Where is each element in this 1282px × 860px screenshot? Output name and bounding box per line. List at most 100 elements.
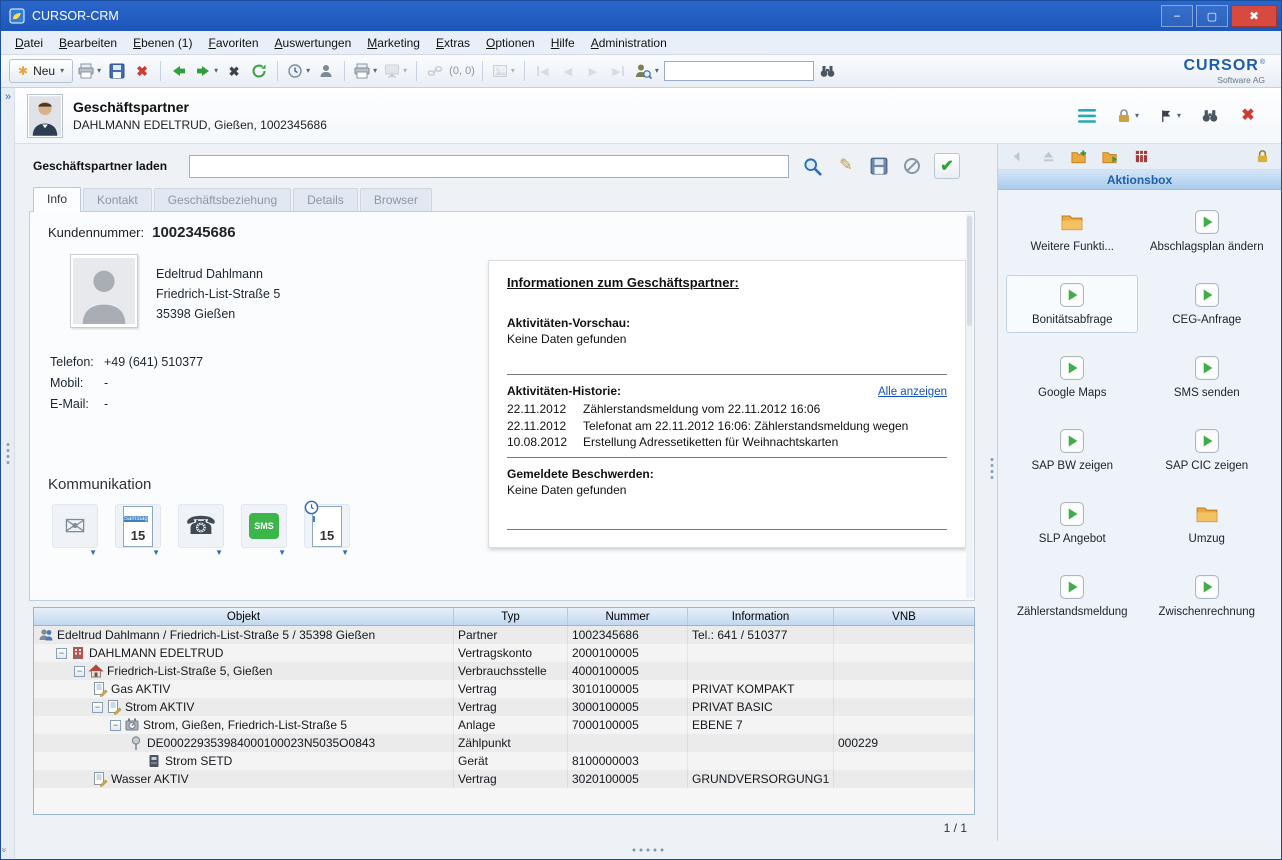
new-appointment-button[interactable]: Samstag 15 ▼ bbox=[115, 504, 161, 548]
back-button[interactable] bbox=[168, 59, 190, 83]
flag-record-button[interactable]: ▾ bbox=[1157, 104, 1183, 128]
image-button[interactable]: ▾ bbox=[490, 59, 517, 83]
action-bonitätsabfrage[interactable]: Bonitätsabfrage bbox=[1006, 275, 1138, 333]
tree-collapse-button[interactable]: − bbox=[92, 702, 103, 713]
print-button[interactable]: ▾ bbox=[76, 59, 103, 83]
link-button[interactable] bbox=[424, 59, 446, 83]
left-splitter-handle[interactable] bbox=[6, 443, 9, 464]
historie-entry[interactable]: 10.08.2012Erstellung Adressetiketten für… bbox=[507, 434, 947, 451]
phone-call-button[interactable]: ☎ ▼ bbox=[178, 504, 224, 548]
action-sap-cic-zeigen[interactable]: SAP CIC zeigen bbox=[1141, 421, 1273, 479]
alle-anzeigen-link[interactable]: Alle anzeigen bbox=[878, 386, 947, 398]
action-abschlagsplan-ändern[interactable]: Abschlagsplan ändern bbox=[1141, 202, 1273, 260]
table-row[interactable]: −DAHLMANN EDELTRUDVertragskonto200010000… bbox=[34, 644, 974, 662]
splitter-handle[interactable] bbox=[991, 458, 994, 479]
nav-first-button[interactable]: ◀ bbox=[532, 59, 554, 83]
run-folder-button[interactable] bbox=[1099, 145, 1121, 169]
expand-bottom-left-button[interactable]: » bbox=[0, 847, 10, 852]
send-email-button[interactable]: ✉ ▼ bbox=[52, 504, 98, 548]
new-task-button[interactable]: 15 ▼ bbox=[304, 504, 350, 548]
confirm-button[interactable]: ✔ bbox=[934, 153, 960, 179]
action-zählerstandsmeldung[interactable]: Zählerstandsmeldung bbox=[1006, 567, 1138, 625]
menu-item-bearbeiten[interactable]: Bearbeiten bbox=[51, 33, 125, 53]
edit-button[interactable]: ✎ bbox=[835, 154, 857, 178]
menu-item-administration[interactable]: Administration bbox=[583, 33, 675, 53]
menu-item-hilfe[interactable]: Hilfe bbox=[543, 33, 583, 53]
table-row[interactable]: −Friedrich-List-Straße 5, GießenVerbrauc… bbox=[34, 662, 974, 680]
historie-entry[interactable]: 22.11.2012Zählerstandsmeldung vom 22.11.… bbox=[507, 401, 947, 418]
action-sap-bw-zeigen[interactable]: SAP BW zeigen bbox=[1006, 421, 1138, 479]
tab-kontakt[interactable]: Kontakt bbox=[83, 188, 152, 211]
lock-record-button[interactable]: ▾ bbox=[1114, 104, 1141, 128]
action-weitere-funkti[interactable]: Weitere Funkti... bbox=[1006, 202, 1138, 260]
action-zwischenrechnung[interactable]: Zwischenrechnung bbox=[1141, 567, 1273, 625]
action-sms-senden[interactable]: SMS senden bbox=[1141, 348, 1273, 406]
new-folder-button[interactable] bbox=[1068, 145, 1090, 169]
monitor-button[interactable]: ▾ bbox=[382, 59, 409, 83]
action-umzug[interactable]: Umzug bbox=[1141, 494, 1273, 552]
historie-entry[interactable]: 22.11.2012Telefonat am 22.11.2012 16:06:… bbox=[507, 418, 947, 435]
tab-info[interactable]: Info bbox=[33, 187, 81, 212]
cancel-button[interactable]: ✖ bbox=[223, 59, 245, 83]
table-row[interactable]: Strom SETDGerät8100000003 bbox=[34, 752, 974, 770]
close-record-button[interactable]: ✖ bbox=[1237, 104, 1259, 128]
table-row[interactable]: DE000229353984000100023N5035O0843Zählpun… bbox=[34, 734, 974, 752]
refresh-button[interactable] bbox=[248, 59, 270, 83]
save-record-button[interactable] bbox=[868, 154, 890, 178]
actions-lock-button[interactable] bbox=[1251, 145, 1273, 169]
find-button[interactable] bbox=[817, 59, 839, 83]
new-button[interactable]: ✱ Neu ▾ bbox=[9, 59, 73, 83]
tab-geschäftsbeziehung[interactable]: Geschäftsbeziehung bbox=[154, 188, 291, 211]
search-button[interactable] bbox=[801, 154, 824, 178]
action-ceg-anfrage[interactable]: CEG-Anfrage bbox=[1141, 275, 1273, 333]
nav-prev-button[interactable]: ◀ bbox=[557, 59, 579, 83]
table-row[interactable]: Edeltrud Dahlmann / Friedrich-List-Straß… bbox=[34, 626, 974, 644]
send-sms-button[interactable]: SMS ▼ bbox=[241, 504, 287, 548]
person-search-button[interactable]: ▾ bbox=[632, 59, 661, 83]
table-row[interactable]: −Strom, Gießen, Friedrich-List-Straße 5A… bbox=[34, 716, 974, 734]
print-preview-button[interactable]: ▾ bbox=[352, 59, 379, 83]
left-collapsed-panel[interactable]: » » bbox=[1, 88, 15, 859]
column-header-objekt[interactable]: Objekt bbox=[34, 608, 454, 625]
partner-load-input[interactable] bbox=[189, 155, 789, 178]
table-row[interactable]: Wasser AKTIVVertrag3020100005GRUNDVERSOR… bbox=[34, 770, 974, 788]
delete-button[interactable]: ✖ bbox=[131, 59, 153, 83]
action-google-maps[interactable]: Google Maps bbox=[1006, 348, 1138, 406]
menu-item-auswertungen[interactable]: Auswertungen bbox=[267, 33, 360, 53]
actions-up-button[interactable] bbox=[1037, 145, 1059, 169]
nav-next-button[interactable]: ▶ bbox=[582, 59, 604, 83]
history-button[interactable]: ▾ bbox=[285, 59, 312, 83]
scrollbar-thumb[interactable] bbox=[967, 216, 972, 326]
menu-item-marketing[interactable]: Marketing bbox=[359, 33, 428, 53]
menu-item-optionen[interactable]: Optionen bbox=[478, 33, 543, 53]
column-header-vnb[interactable]: VNB bbox=[834, 608, 974, 625]
tab-browser[interactable]: Browser bbox=[360, 188, 432, 211]
column-header-nummer[interactable]: Nummer bbox=[568, 608, 688, 625]
minimize-button[interactable]: – bbox=[1161, 5, 1193, 27]
close-button[interactable]: ✖ bbox=[1231, 5, 1277, 27]
view-menu-button[interactable] bbox=[1076, 104, 1098, 128]
save-button[interactable] bbox=[106, 59, 128, 83]
table-row[interactable]: Gas AKTIVVertrag3010100005PRIVAT KOMPAKT bbox=[34, 680, 974, 698]
bottom-splitter[interactable] bbox=[15, 841, 1281, 859]
menu-item-ebenen-1[interactable]: Ebenen (1) bbox=[125, 33, 200, 53]
column-header-typ[interactable]: Typ bbox=[454, 608, 568, 625]
tree-collapse-button[interactable]: − bbox=[110, 720, 121, 731]
nav-last-button[interactable]: ▶ bbox=[607, 59, 629, 83]
discard-button[interactable] bbox=[901, 154, 923, 178]
table-row[interactable]: −Strom AKTIVVertrag3000100005PRIVAT BASI… bbox=[34, 698, 974, 716]
action-slp-angebot[interactable]: SLP Angebot bbox=[1006, 494, 1138, 552]
assign-button[interactable] bbox=[315, 59, 337, 83]
report-button[interactable] bbox=[1130, 145, 1152, 169]
quick-search-input[interactable] bbox=[664, 61, 814, 81]
search-record-button[interactable] bbox=[1199, 104, 1221, 128]
tab-details[interactable]: Details bbox=[293, 188, 358, 211]
actions-back-button[interactable] bbox=[1006, 145, 1028, 169]
panel-splitter[interactable] bbox=[987, 144, 997, 841]
expand-left-panel-button[interactable]: » bbox=[1, 91, 15, 103]
tree-collapse-button[interactable]: − bbox=[74, 666, 85, 677]
forward-button[interactable]: ▾ bbox=[193, 59, 220, 83]
splitter-handle[interactable] bbox=[633, 849, 664, 852]
menu-item-datei[interactable]: Datei bbox=[7, 33, 51, 53]
tree-collapse-button[interactable]: − bbox=[56, 648, 67, 659]
